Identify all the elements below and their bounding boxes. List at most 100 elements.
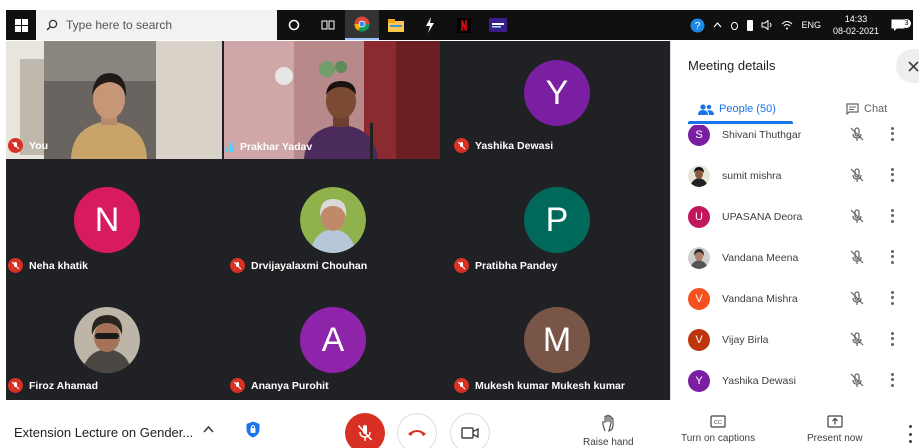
clock-date: 08-02-2021 bbox=[832, 26, 879, 36]
participant-name: Yashika Dewasi bbox=[475, 139, 554, 152]
more-options-icon[interactable] bbox=[887, 331, 897, 347]
clock-time: 14:33 bbox=[844, 14, 868, 24]
raise-hand-icon bbox=[602, 415, 614, 432]
more-options-icon[interactable] bbox=[887, 167, 897, 183]
participant-name: Firoz Ahamad bbox=[29, 379, 99, 392]
participant-name-label: Neha khatik bbox=[8, 258, 88, 273]
meeting-name[interactable]: Extension Lecture on Gender... bbox=[14, 425, 193, 440]
participant-tile[interactable]: A Ananya Purohit bbox=[224, 281, 440, 399]
participant-avatar: M bbox=[524, 307, 590, 373]
active-tab-indicator bbox=[688, 121, 793, 124]
more-options-icon[interactable] bbox=[887, 249, 897, 265]
show-hidden-icons-chevron-icon[interactable] bbox=[709, 22, 726, 28]
camera-toggle-button[interactable] bbox=[450, 413, 490, 448]
input-language[interactable]: ENG bbox=[797, 20, 825, 30]
avatar-initial: U bbox=[695, 211, 703, 223]
notification-count: 3 bbox=[902, 19, 911, 28]
avatar-initial: V bbox=[695, 293, 703, 305]
hang-up-icon bbox=[408, 430, 426, 436]
participant-name-label: Firoz Ahamad bbox=[8, 378, 98, 393]
security-shield-icon[interactable] bbox=[246, 421, 260, 438]
list-item[interactable]: Vandana Meena bbox=[671, 245, 919, 275]
raise-hand-button[interactable]: Raise hand bbox=[583, 415, 634, 448]
avatar-initial: N bbox=[94, 200, 120, 239]
person-name: Vandana Meena bbox=[722, 252, 799, 264]
raise-hand-label: Raise hand bbox=[583, 437, 634, 448]
list-item[interactable]: V Vijay Birla bbox=[671, 327, 919, 357]
camera-icon bbox=[461, 427, 479, 439]
list-item[interactable]: S Shivani Thuthgar bbox=[671, 125, 919, 152]
notifications-icon[interactable]: 3 bbox=[887, 19, 913, 31]
participant-name: You bbox=[29, 139, 49, 152]
bug-icon[interactable] bbox=[726, 20, 743, 30]
more-options-icon[interactable] bbox=[887, 126, 897, 142]
task-view-icon[interactable] bbox=[311, 10, 345, 40]
participant-photo-avatar bbox=[300, 187, 366, 253]
chrome-icon[interactable] bbox=[345, 10, 379, 40]
winamp-icon[interactable] bbox=[413, 10, 447, 40]
taskbar-search-box[interactable]: Type here to search bbox=[36, 10, 277, 40]
microphone-toggle-button[interactable] bbox=[345, 413, 385, 448]
tab-people[interactable]: People (50) bbox=[698, 99, 776, 119]
wifi-icon[interactable] bbox=[777, 20, 797, 30]
more-options-icon[interactable] bbox=[887, 290, 897, 306]
participant-name: Prakhar Yadav bbox=[240, 141, 313, 153]
participant-tile[interactable]: You bbox=[6, 41, 222, 159]
cortana-icon[interactable] bbox=[277, 10, 311, 40]
list-item[interactable]: V Vandana Mishra bbox=[671, 286, 919, 316]
people-list: S Shivani Thuthgar sumit mishra U UPASAN… bbox=[671, 125, 919, 400]
close-panel-button[interactable] bbox=[896, 49, 919, 83]
participant-avatar: N bbox=[74, 187, 140, 253]
more-options-icon[interactable] bbox=[887, 372, 897, 388]
more-options-icon[interactable] bbox=[905, 425, 915, 443]
participant-video-grid: You Prakhar Yadav Y Yashika Dewasi N Neh… bbox=[6, 41, 670, 400]
tab-chat[interactable]: Chat bbox=[846, 99, 887, 119]
svg-text:CC: CC bbox=[714, 420, 722, 426]
list-item[interactable]: Y Yashika Dewasi bbox=[671, 368, 919, 398]
windows-start-icon[interactable] bbox=[6, 10, 36, 40]
people-icon bbox=[698, 103, 714, 115]
participant-avatar: A bbox=[300, 307, 366, 373]
amazon-music-icon[interactable] bbox=[481, 10, 515, 40]
windows-taskbar: Type here to search ? ENG 14:33 08-02-20… bbox=[6, 10, 913, 40]
participant-tile[interactable]: Prakhar Yadav bbox=[224, 41, 440, 159]
captions-label: Turn on captions bbox=[681, 433, 756, 444]
svg-text:?: ? bbox=[695, 21, 701, 32]
captions-button[interactable]: CC Turn on captions bbox=[681, 415, 755, 444]
participant-tile[interactable]: Y Yashika Dewasi bbox=[448, 41, 664, 159]
avatar-initial: M bbox=[542, 320, 572, 359]
help-icon[interactable]: ? bbox=[686, 18, 709, 33]
participant-tile[interactable]: Drvijayalaxmi Chouhan bbox=[224, 161, 440, 279]
mic-off-icon bbox=[230, 258, 245, 273]
person-avatar: S bbox=[688, 125, 710, 146]
participant-avatar: Y bbox=[524, 60, 590, 126]
netflix-icon[interactable] bbox=[447, 10, 481, 40]
participant-tile[interactable]: Firoz Ahamad bbox=[6, 281, 222, 399]
avatar-initial: Y bbox=[545, 73, 569, 112]
taskbar-clock[interactable]: 14:33 08-02-2021 bbox=[825, 13, 887, 37]
participant-photo-avatar bbox=[74, 307, 140, 373]
list-item[interactable]: U UPASANA Deora bbox=[671, 204, 919, 234]
leave-call-button[interactable] bbox=[397, 413, 437, 448]
volume-icon[interactable] bbox=[757, 20, 777, 30]
avatar-initial: P bbox=[545, 200, 569, 239]
participant-name-label: Yashika Dewasi bbox=[454, 138, 553, 153]
present-now-button[interactable]: Present now bbox=[807, 415, 863, 444]
participant-name-label: Prakhar Yadav bbox=[226, 141, 312, 153]
participant-tile[interactable]: N Neha khatik bbox=[6, 161, 222, 279]
present-now-label: Present now bbox=[807, 433, 863, 444]
file-explorer-icon[interactable] bbox=[379, 10, 413, 40]
mic-off-icon bbox=[454, 258, 469, 273]
search-icon bbox=[46, 19, 58, 31]
chevron-up-icon[interactable] bbox=[203, 425, 214, 433]
avatar-initial: S bbox=[695, 129, 703, 141]
participant-name-label: Mukesh kumar Mukesh kumar bbox=[454, 378, 625, 393]
person-name: Vandana Mishra bbox=[722, 293, 798, 305]
mic-off-icon bbox=[850, 209, 864, 223]
participant-tile[interactable]: M Mukesh kumar Mukesh kumar bbox=[448, 281, 664, 399]
mic-off-icon bbox=[850, 291, 864, 305]
participant-tile[interactable]: P Pratibha Pandey bbox=[448, 161, 664, 279]
list-item[interactable]: sumit mishra bbox=[671, 163, 919, 193]
usb-icon[interactable] bbox=[743, 19, 757, 31]
more-options-icon[interactable] bbox=[887, 208, 897, 224]
